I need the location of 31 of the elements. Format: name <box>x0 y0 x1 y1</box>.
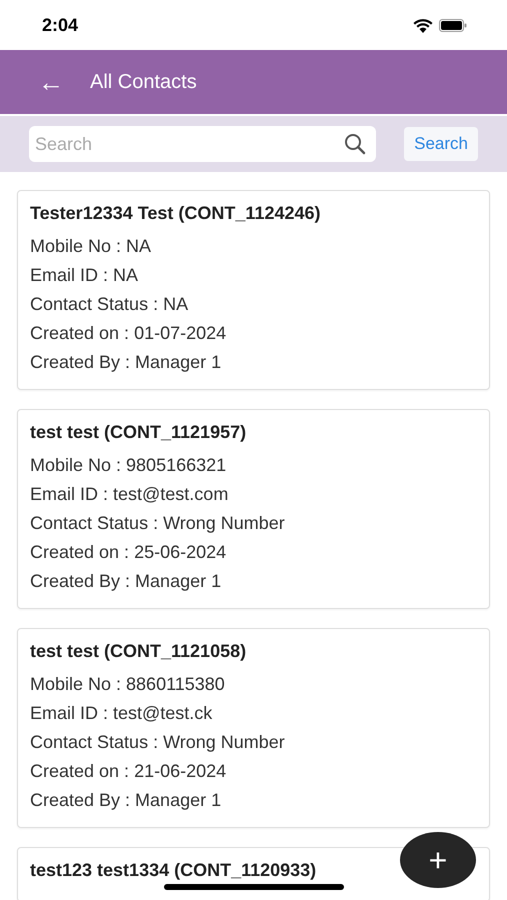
search-field[interactable]: Search <box>29 126 376 162</box>
contact-detail: Contact Status : Wrong Number <box>30 732 286 753</box>
contact-title: test test (CONT_1121058) <box>30 641 246 662</box>
contact-detail: Created on : 01-07-2024 <box>30 323 228 344</box>
contact-detail: Created on : 25-06-2024 <box>30 542 228 563</box>
status-time: 2:04 <box>42 14 78 36</box>
contact-detail: Email ID : test@test.ck <box>30 703 214 724</box>
contact-detail: Email ID : NA <box>30 265 140 286</box>
contact-title: test123 test1334 (CONT_1120933) <box>30 860 316 881</box>
contact-detail: Contact Status : Wrong Number <box>30 513 286 534</box>
contact-detail: Mobile No : 9805166321 <box>30 455 228 476</box>
search-button[interactable]: Search <box>404 127 478 161</box>
contact-detail: Mobile No : NA <box>30 236 152 257</box>
contact-card[interactable]: test test (CONT_1121957) Mobile No : 9805166321 Email ID : test@test.com Contact Status : Wrong Number Created on : 25-06-2024 Created By : Manager 1 <box>17 409 490 609</box>
back-button[interactable]: ← <box>38 66 64 98</box>
contact-card[interactable]: Tester12334 Test (CONT_1124246) Mobile No : NA Email ID : NA Contact Status : NA Created on : 01-07-2024 Created By : Manager 1 <box>17 190 490 390</box>
add-button[interactable]: + <box>400 832 476 888</box>
contact-title: Tester12334 Test (CONT_1124246) <box>30 203 320 224</box>
contact-detail: Email ID : test@test.com <box>30 484 230 505</box>
contact-title: test test (CONT_1121957) <box>30 422 246 443</box>
wifi-icon <box>413 18 433 32</box>
contact-detail: Contact Status : NA <box>30 294 190 315</box>
screen-title: All Contacts <box>90 70 197 94</box>
contact-detail: Created By : Manager 1 <box>30 571 222 592</box>
contact-card[interactable]: test test (CONT_1121058) Mobile No : 8860115380 Email ID : test@test.ck Contact Status : Wrong Number Created on : 21-06-2024 Created By : Manager 1 <box>17 628 490 828</box>
battery-icon <box>439 18 467 32</box>
contact-detail: Created By : Manager 1 <box>30 790 222 811</box>
contact-detail: Created By : Manager 1 <box>30 352 222 373</box>
contact-detail: Mobile No : 8860115380 <box>30 674 226 695</box>
contact-detail: Created on : 21-06-2024 <box>30 761 228 782</box>
search-icon <box>344 133 366 155</box>
